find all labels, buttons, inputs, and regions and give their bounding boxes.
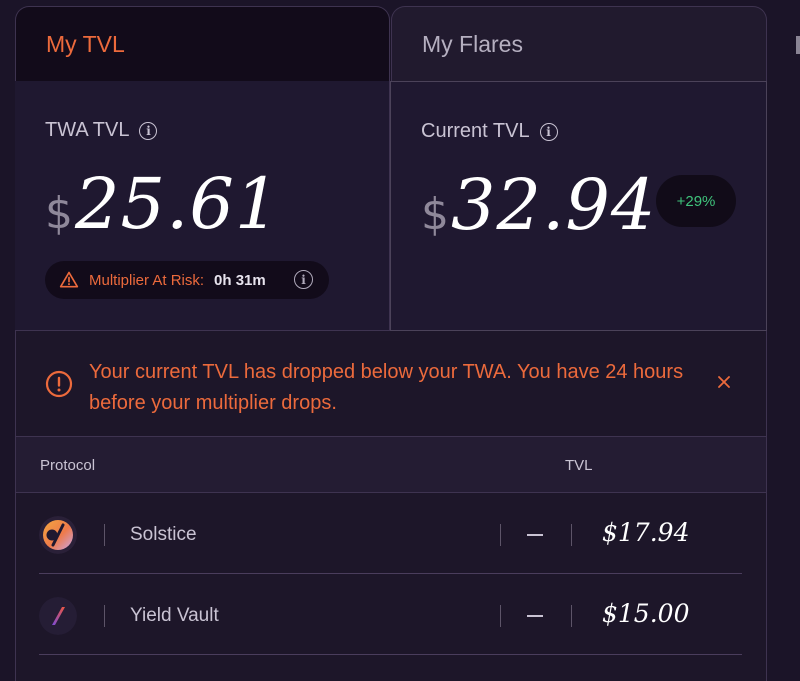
info-icon[interactable]: i (294, 270, 313, 289)
multiplier-at-risk-badge: Multiplier At Risk: 0h 31m i (45, 261, 329, 299)
protocol-name: Solstice (130, 524, 197, 545)
column-divider (104, 605, 105, 627)
column-divider (571, 605, 572, 627)
risk-countdown: 0h 31m (214, 272, 266, 289)
currency-symbol: $ (45, 188, 73, 239)
table-row[interactable]: Yield Vault $15.00 (15, 575, 767, 655)
current-tvl-amount: 32.94 (451, 164, 657, 246)
close-icon[interactable] (716, 374, 732, 390)
column-divider (500, 524, 501, 546)
current-tvl-title: Current TVL i (421, 120, 558, 143)
current-tvl-card: Current TVL i $ 32.94 +29% (390, 81, 767, 331)
info-icon[interactable]: i (539, 122, 558, 141)
risk-minutes-unit: m (252, 271, 266, 289)
tvl-change-badge: +29% (656, 175, 736, 227)
twa-tvl-title-text: TWA TVL (45, 119, 130, 141)
multiplier-at-risk-label: Multiplier At Risk: (89, 271, 205, 289)
change-placeholder-dash (527, 534, 543, 536)
solstice-logo-icon (39, 516, 77, 554)
tab-my-tvl[interactable]: My TVL (15, 6, 390, 81)
twa-tvl-amount: 25.61 (75, 163, 281, 245)
protocol-table-header: Protocol TVL (15, 437, 767, 493)
row-divider (39, 654, 742, 655)
alert-message: Your current TVL has dropped below your … (89, 361, 684, 414)
currency-symbol: $ (421, 189, 449, 240)
current-tvl-title-text: Current TVL (421, 120, 530, 142)
twa-tvl-value: $ 25.61 (45, 163, 280, 245)
info-icon[interactable]: i (139, 121, 158, 140)
tab-my-flares[interactable]: My Flares (391, 6, 767, 81)
risk-hours-unit: h (222, 271, 232, 289)
current-tvl-value: $ 32.94 (421, 164, 656, 246)
change-placeholder-dash (527, 615, 543, 617)
twa-tvl-title: TWA TVL i (45, 119, 158, 142)
protocol-tvl-value: $17.94 (602, 518, 690, 547)
column-header-protocol[interactable]: Protocol (40, 457, 95, 474)
yield-vault-logo-icon (39, 597, 77, 635)
risk-minutes: 31 (235, 271, 253, 289)
next-tab-edge (796, 36, 800, 54)
warning-triangle-icon (59, 271, 79, 288)
alert-circle-icon (45, 370, 73, 398)
row-divider (39, 573, 742, 574)
protocol-tvl-value: $15.00 (602, 599, 690, 628)
tab-my-tvl-label: My TVL (46, 30, 125, 57)
table-row[interactable]: Solstice $17.94 (15, 494, 767, 574)
protocol-name: Yield Vault (130, 605, 219, 626)
column-divider (500, 605, 501, 627)
tvl-drop-alert: Your current TVL has dropped below your … (15, 331, 767, 437)
column-divider (571, 524, 572, 546)
column-divider (104, 524, 105, 546)
column-header-tvl[interactable]: TVL (565, 457, 593, 474)
twa-tvl-card: TWA TVL i $ 25.61 Multiplier At Risk: 0h… (15, 81, 390, 331)
tab-my-flares-label: My Flares (422, 30, 523, 57)
